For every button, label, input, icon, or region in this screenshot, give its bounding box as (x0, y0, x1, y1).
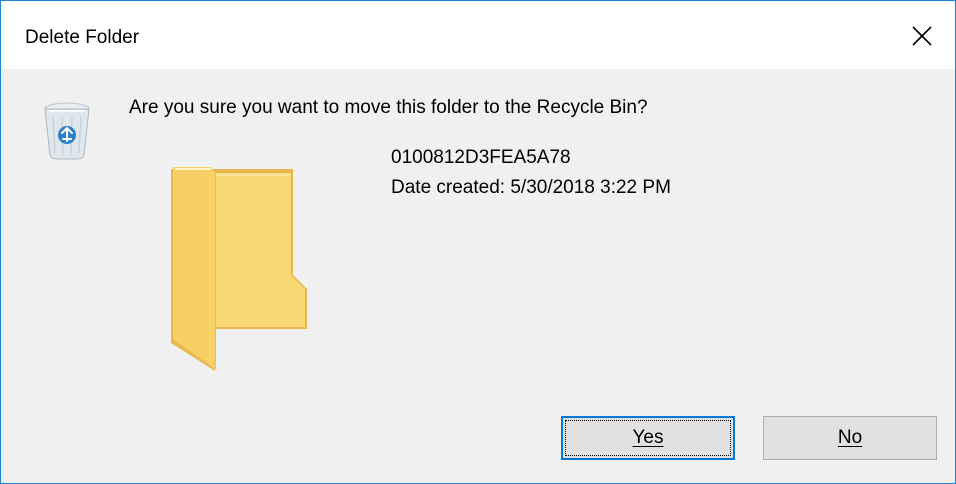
title-bar: Delete Folder (1, 1, 955, 69)
delete-folder-dialog: Delete Folder Are you sure you want to m… (0, 0, 956, 484)
dialog-title: Delete Folder (25, 27, 140, 48)
recycle-bin-icon (44, 102, 90, 160)
close-button[interactable] (891, 1, 955, 69)
yes-button-label: Yes (632, 427, 664, 448)
yes-button[interactable]: Yes (561, 416, 735, 460)
folder-icon (171, 167, 307, 371)
no-button[interactable]: No (763, 416, 937, 460)
confirmation-message: Are you sure you want to move this folde… (129, 97, 648, 118)
no-button-label: No (837, 427, 863, 448)
close-icon (912, 26, 932, 46)
item-date-created: Date created: 5/30/2018 3:22 PM (391, 177, 671, 198)
item-name: 0100812D3FEA5A78 (391, 147, 571, 168)
